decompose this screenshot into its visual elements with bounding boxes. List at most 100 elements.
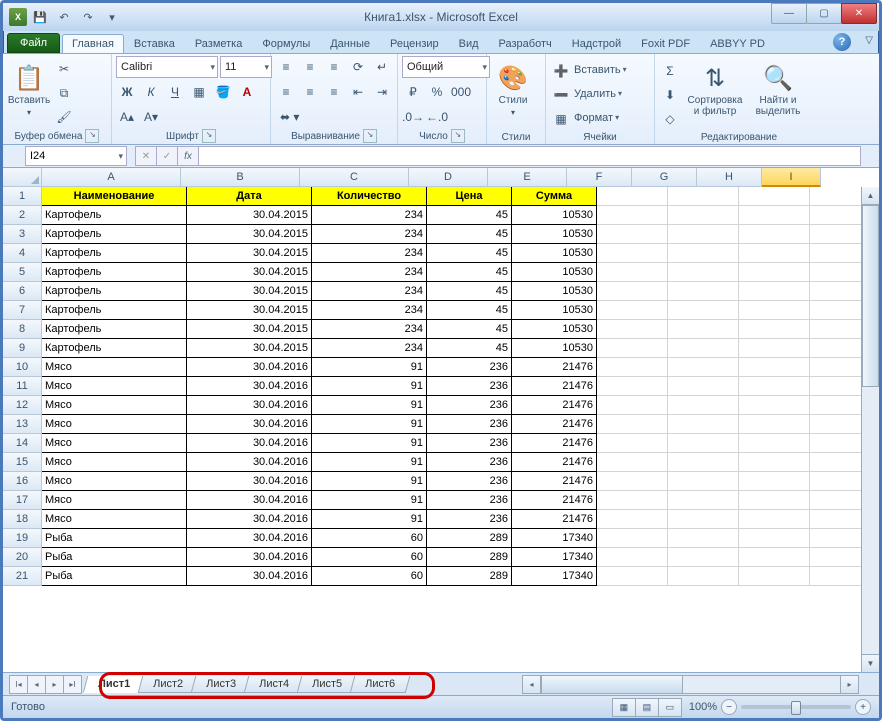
column-header-C[interactable]: C [300,168,409,187]
cell-D20[interactable]: 289 [427,548,512,567]
row-header-10[interactable]: 10 [3,358,42,377]
zoom-level[interactable]: 100% [689,701,717,713]
cell-F7[interactable] [597,301,668,320]
cell-D3[interactable]: 45 [427,225,512,244]
column-header-D[interactable]: D [409,168,488,187]
maximize-button[interactable]: ▢ [806,3,842,24]
row-header-21[interactable]: 21 [3,567,42,586]
cell-E21[interactable]: 17340 [512,567,597,586]
cell-A18[interactable]: Мясо [42,510,187,529]
cell-H11[interactable] [739,377,810,396]
scroll-up-button[interactable]: ▲ [862,187,879,205]
sheet-tab-лист5[interactable]: Лист5 [297,676,358,693]
cell-E2[interactable]: 10530 [512,206,597,225]
cell-B11[interactable]: 30.04.2016 [187,377,312,396]
cell-C9[interactable]: 234 [312,339,427,358]
cell-H2[interactable] [739,206,810,225]
zoom-in-button[interactable]: + [855,699,871,715]
ribbon-tab-рецензир[interactable]: Рецензир [380,34,449,53]
cell-E9[interactable]: 10530 [512,339,597,358]
column-header-I[interactable]: I [762,168,821,187]
cell-C20[interactable]: 60 [312,548,427,567]
cell-G16[interactable] [668,472,739,491]
cell-F20[interactable] [597,548,668,567]
row-header-18[interactable]: 18 [3,510,42,529]
cell-G6[interactable] [668,282,739,301]
ribbon-tab-разработч[interactable]: Разработч [489,34,562,53]
cell-G5[interactable] [668,263,739,282]
row-header-3[interactable]: 3 [3,225,42,244]
cell-B10[interactable]: 30.04.2016 [187,358,312,377]
cell-E19[interactable]: 17340 [512,529,597,548]
column-header-B[interactable]: B [181,168,300,187]
fill-button[interactable]: ⬇ [659,84,681,106]
cell-E13[interactable]: 21476 [512,415,597,434]
cell-A19[interactable]: Рыба [42,529,187,548]
row-header-5[interactable]: 5 [3,263,42,282]
cell-B16[interactable]: 30.04.2016 [187,472,312,491]
cell-G14[interactable] [668,434,739,453]
cell-F11[interactable] [597,377,668,396]
cell-H16[interactable] [739,472,810,491]
align-right-button[interactable]: ≡ [323,81,345,103]
cell-B18[interactable]: 30.04.2016 [187,510,312,529]
qat-customize-button[interactable]: ▾ [101,6,123,28]
row-header-8[interactable]: 8 [3,320,42,339]
cell-B20[interactable]: 30.04.2016 [187,548,312,567]
increase-decimal-button[interactable]: .0→ [402,106,424,128]
cell-E10[interactable]: 21476 [512,358,597,377]
cell-B2[interactable]: 30.04.2015 [187,206,312,225]
cell-H15[interactable] [739,453,810,472]
ribbon-toggle-button[interactable]: ▽ [865,35,873,46]
row-header-11[interactable]: 11 [3,377,42,396]
cell-C16[interactable]: 91 [312,472,427,491]
cell-E5[interactable]: 10530 [512,263,597,282]
cell-H12[interactable] [739,396,810,415]
cell-A15[interactable]: Мясо [42,453,187,472]
sheet-nav-last[interactable]: ▸I [63,675,82,694]
ribbon-tab-вид[interactable]: Вид [449,34,489,53]
enter-formula-button[interactable]: ✓ [156,146,178,166]
cell-F1[interactable] [597,187,668,206]
cell-H14[interactable] [739,434,810,453]
align-bottom-button[interactable]: ≡ [323,56,345,78]
name-box[interactable]: I24 [25,146,127,166]
cell-G18[interactable] [668,510,739,529]
cell-A12[interactable]: Мясо [42,396,187,415]
cell-G17[interactable] [668,491,739,510]
cell-D15[interactable]: 236 [427,453,512,472]
cell-G9[interactable] [668,339,739,358]
cell-C12[interactable]: 91 [312,396,427,415]
cell-G3[interactable] [668,225,739,244]
sheet-tab-лист6[interactable]: Лист6 [350,676,411,693]
cell-D11[interactable]: 236 [427,377,512,396]
cell-B21[interactable]: 30.04.2016 [187,567,312,586]
cell-B5[interactable]: 30.04.2015 [187,263,312,282]
format-button[interactable]: ▦Формат▾ [550,108,619,130]
cell-C21[interactable]: 60 [312,567,427,586]
underline-button[interactable]: Ч [164,81,186,103]
row-header-17[interactable]: 17 [3,491,42,510]
zoom-slider[interactable] [741,705,851,709]
cell-A14[interactable]: Мясо [42,434,187,453]
grow-font-button[interactable]: A▴ [116,106,138,128]
cell-D1[interactable]: Цена [427,187,512,206]
cell-E12[interactable]: 21476 [512,396,597,415]
sort-filter-button[interactable]: ⇅Сортировка и фильтр [683,56,747,124]
cell-A21[interactable]: Рыба [42,567,187,586]
cell-D17[interactable]: 236 [427,491,512,510]
cell-H6[interactable] [739,282,810,301]
cell-C4[interactable]: 234 [312,244,427,263]
font-size-combo[interactable]: 11 [220,56,272,78]
merge-button[interactable]: ⬌ ▾ [275,106,304,128]
cell-B4[interactable]: 30.04.2015 [187,244,312,263]
cell-H20[interactable] [739,548,810,567]
row-header-2[interactable]: 2 [3,206,42,225]
cell-C14[interactable]: 91 [312,434,427,453]
cell-E18[interactable]: 21476 [512,510,597,529]
cell-B14[interactable]: 30.04.2016 [187,434,312,453]
row-header-19[interactable]: 19 [3,529,42,548]
comma-button[interactable]: 000 [450,81,472,103]
cell-D4[interactable]: 45 [427,244,512,263]
paste-button[interactable]: 📋Вставить▾ [7,56,51,124]
